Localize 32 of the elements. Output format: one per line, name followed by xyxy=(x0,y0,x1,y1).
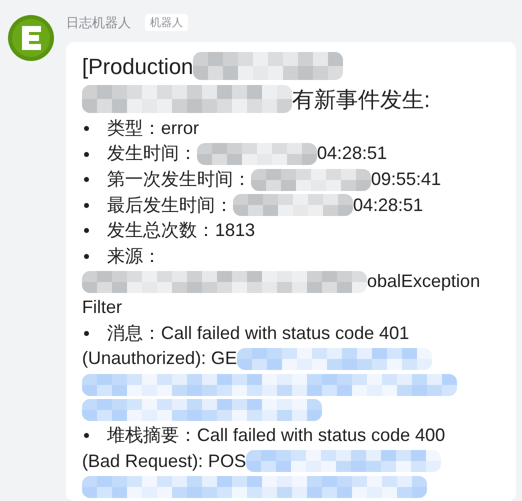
field-label: 最后发生时间： xyxy=(107,194,233,217)
field-label: 来源： xyxy=(107,244,161,268)
message-text: error xyxy=(161,116,200,140)
message-text: Filter xyxy=(82,296,122,319)
message-text: Call failed with status code 400 xyxy=(197,424,446,447)
field-label: 消息： xyxy=(107,322,161,345)
bullet-icon xyxy=(84,228,89,234)
message-text: obalException xyxy=(367,270,480,294)
message-title: [Production xyxy=(82,52,194,81)
message-text: (Bad Request): POS xyxy=(82,450,246,473)
message-text: 04:28:51 xyxy=(353,194,424,217)
message-text: 1813 xyxy=(215,219,256,242)
bullet-icon xyxy=(84,126,89,132)
message-text: 09:55:41 xyxy=(371,168,442,191)
bullet-icon xyxy=(84,177,89,182)
message-text: 04:28:51 xyxy=(317,142,388,166)
bullet-icon xyxy=(84,254,89,260)
field-label: 堆栈摘要： xyxy=(107,424,197,447)
message-title: 有新事件发生: xyxy=(292,86,430,114)
bullet-icon xyxy=(84,433,89,438)
field-label: 发生时间： xyxy=(107,142,197,166)
bot-tag: 机器人 xyxy=(145,14,188,32)
message-text: Call failed with status code 401 xyxy=(161,322,410,345)
sender-name: 日志机器人 xyxy=(66,14,131,32)
message-text: (Unauthorized): GE xyxy=(82,347,238,370)
field-label: 第一次发生时间： xyxy=(107,168,251,191)
bullet-icon xyxy=(84,202,89,208)
field-label: 发生总次数： xyxy=(107,219,215,242)
field-label: 类型： xyxy=(107,116,161,140)
avatar-icon xyxy=(8,15,54,61)
bullet-icon xyxy=(84,330,89,336)
bullet-icon xyxy=(84,152,89,157)
